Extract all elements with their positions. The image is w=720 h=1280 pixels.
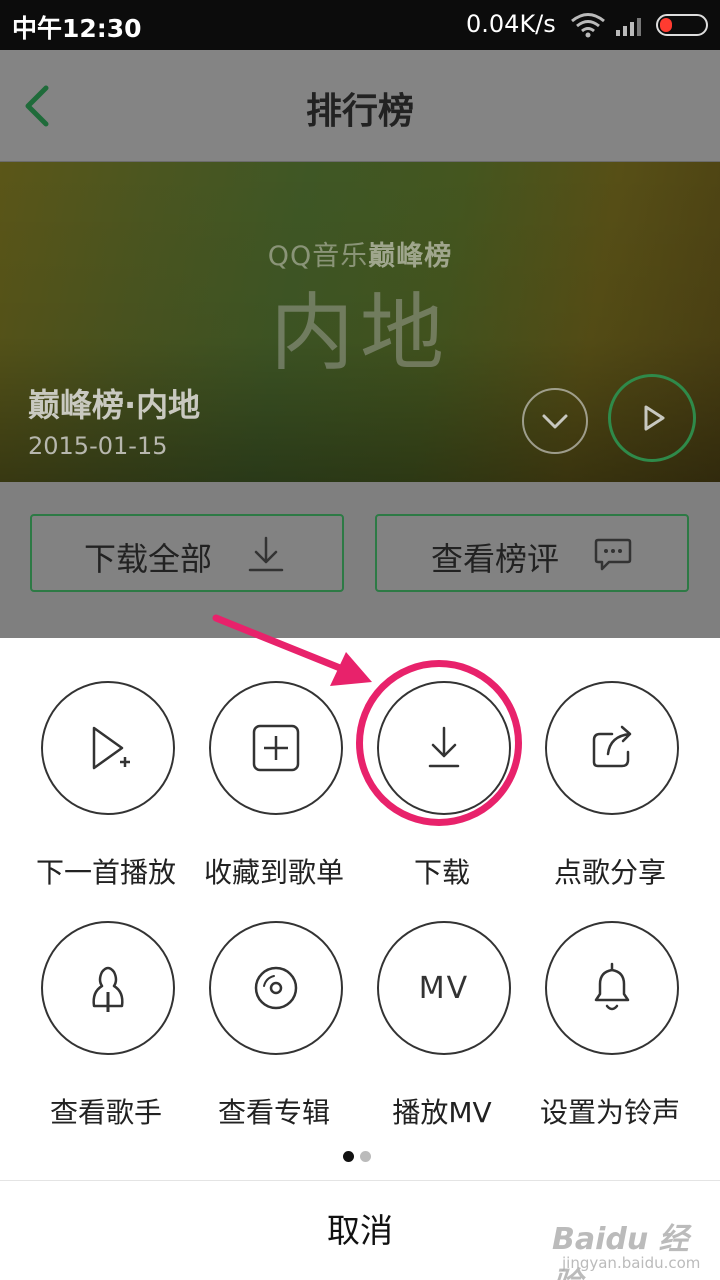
share-item[interactable]: 点歌分享	[526, 681, 694, 911]
singer-icon	[92, 966, 124, 1012]
highlight-circle	[356, 660, 522, 826]
download-icon	[248, 536, 284, 572]
set-ringtone-button[interactable]	[545, 921, 679, 1055]
wifi-icon	[571, 13, 605, 38]
page-dot-active	[343, 1151, 354, 1162]
chart-name: 巅峰榜·内地	[28, 386, 201, 424]
action-bar: 下载全部 查看榜评	[0, 482, 720, 638]
baidu-watermark: Baidu 经验 jingyan.baidu.com	[552, 1214, 712, 1280]
view-album-label: 查看专辑	[217, 1096, 330, 1129]
chart-banner: QQ音乐巅峰榜 内地 巅峰榜·内地 2015-01-15	[0, 162, 720, 482]
add-to-playlist-button[interactable]	[209, 681, 343, 815]
bell-icon	[594, 962, 630, 1011]
mv-icon: MV	[418, 970, 470, 1006]
share-label: 点歌分享	[553, 856, 666, 889]
play-mv-label: 播放MV	[392, 1096, 492, 1129]
view-singer-button[interactable]	[41, 921, 175, 1055]
page-title: 排行榜	[305, 91, 414, 132]
play-all-button[interactable]	[608, 374, 696, 462]
battery-icon	[656, 14, 708, 36]
download-all-button[interactable]: 下载全部	[30, 514, 344, 592]
banner-big-text: 内地	[269, 284, 450, 382]
page-dot	[360, 1151, 371, 1162]
watermark-url: jingyan.baidu.com	[562, 1254, 701, 1272]
add-to-playlist-label: 收藏到歌单	[203, 856, 344, 889]
play-next-label: 下一首播放	[35, 856, 176, 889]
view-singer-label: 查看歌手	[49, 1096, 162, 1129]
signal-icon	[616, 18, 641, 36]
view-comments-label: 查看榜评	[431, 540, 560, 578]
view-singer-item[interactable]: 查看歌手	[22, 921, 190, 1151]
play-mv-item[interactable]: MV 播放MV	[358, 921, 526, 1151]
share-button[interactable]	[545, 681, 679, 815]
comment-icon	[594, 538, 632, 571]
play-next-item[interactable]: 下一首播放	[22, 681, 190, 911]
play-icon	[644, 405, 665, 431]
share-icon	[592, 725, 632, 768]
page-indicator	[343, 1147, 377, 1166]
status-time: 中午12:30	[12, 14, 142, 43]
album-icon	[254, 966, 298, 1010]
play-next-button[interactable]	[41, 681, 175, 815]
status-bar: 中午12:30 0.04K/s	[0, 0, 720, 50]
set-ringtone-label: 设置为铃声	[539, 1096, 680, 1129]
view-album-button[interactable]	[209, 921, 343, 1055]
top-bar: 排行榜	[0, 50, 720, 162]
set-ringtone-item[interactable]: 设置为铃声	[526, 921, 694, 1151]
network-speed: 0.04K/s	[466, 10, 556, 38]
view-comments-button[interactable]: 查看榜评	[375, 514, 689, 592]
play-mv-button[interactable]: MV	[377, 921, 511, 1055]
view-album-item[interactable]: 查看专辑	[190, 921, 358, 1151]
add-to-playlist-item[interactable]: 收藏到歌单	[190, 681, 358, 911]
chart-date: 2015-01-15	[28, 432, 168, 460]
download-label: 下载	[413, 856, 470, 889]
chevron-down-icon	[542, 414, 568, 429]
add-to-playlist-icon	[252, 724, 300, 772]
expand-button[interactable]	[522, 388, 588, 454]
play-next-icon	[92, 726, 130, 770]
download-all-label: 下载全部	[84, 540, 213, 578]
